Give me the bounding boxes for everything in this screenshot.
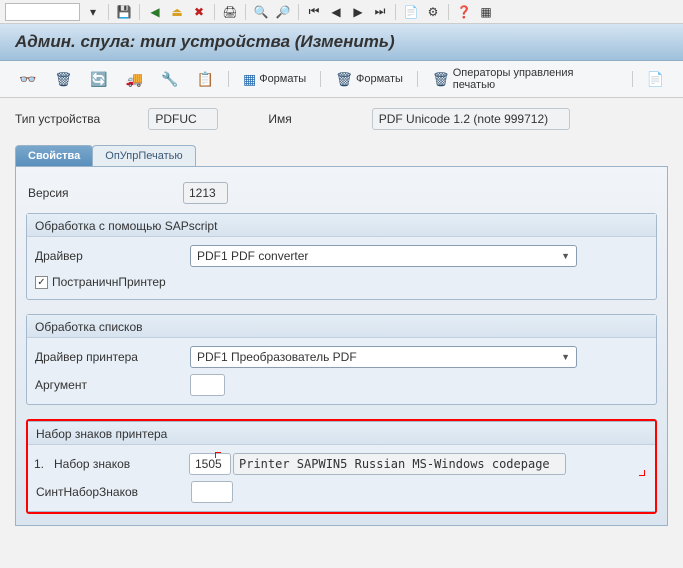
charset-row-num: 1. [34, 457, 54, 471]
version-value: 1213 [183, 182, 228, 204]
lists-group: Обработка списков Драйвер принтера PDF1 … [26, 314, 657, 405]
exit-icon[interactable]: ⏏ [168, 3, 186, 21]
formats2-button[interactable]: 🗑 Форматы [331, 69, 407, 90]
printer-driver-label: Драйвер принтера [35, 350, 190, 364]
next-page-icon[interactable]: ▶ [349, 3, 367, 21]
trash2-icon: 🗑 [335, 71, 353, 88]
wrench-icon: 🔧 [161, 71, 178, 88]
tab-content: Версия 1213 Обработка с помощью SAPscrip… [15, 166, 668, 526]
new-session-icon[interactable]: 📄 [402, 3, 420, 21]
chevron-down-icon: ▼ [561, 352, 570, 362]
formats1-button[interactable]: ▦ Форматы [239, 69, 310, 90]
last-page-icon[interactable]: ⏭ [371, 3, 389, 21]
synt-input[interactable] [191, 481, 233, 503]
delete-button[interactable]: 🗑 [50, 69, 76, 90]
grid-icon: ▦ [243, 71, 256, 88]
version-label: Версия [28, 186, 183, 200]
charset-label: Набор знаков [54, 457, 189, 471]
refresh-icon: 🔄 [90, 71, 107, 88]
copy-icon: 📋 [197, 71, 214, 88]
cancel-icon[interactable]: ✖ [190, 3, 208, 21]
synt-label: СинтНаборЗнаков [36, 485, 191, 499]
application-toolbar: 👓 🗑 🔄 🚚 🔧 📋 ▦ Форматы 🗑 Форматы 🗑 Операт… [0, 61, 683, 98]
device-type-value: PDFUC [148, 108, 218, 130]
transport-button[interactable]: 🚚 [122, 69, 147, 90]
tab-strip: Свойства ОпУпрПечатью [15, 145, 668, 166]
charset-group: Набор знаков принтера 1. Набор знаков Pr… [28, 421, 655, 512]
charset-group-title: Набор знаков принтера [28, 422, 655, 445]
page-printer-label: ПостраничнПринтер [52, 275, 166, 289]
back-icon[interactable]: ◀ [146, 3, 164, 21]
printer-driver-value: PDF1 Преобразователь PDF [197, 350, 357, 364]
trash-icon: 🗑 [54, 71, 72, 88]
argument-input[interactable] [190, 374, 225, 396]
dropdown-icon[interactable]: ▾ [84, 3, 102, 21]
layout-icon[interactable]: ▦ [477, 3, 495, 21]
formats2-label: Форматы [356, 73, 403, 85]
driver-select[interactable]: PDF1 PDF converter ▼ [190, 245, 577, 267]
find-next-icon[interactable]: 🔎 [274, 3, 292, 21]
refresh-button[interactable]: 🔄 [86, 69, 111, 90]
print-ops-label: Операторы управления печатью [453, 67, 618, 91]
prev-page-icon[interactable]: ◀ [327, 3, 345, 21]
charset-code-input[interactable] [189, 453, 231, 475]
command-field[interactable] [5, 3, 80, 21]
tool-button[interactable]: 🔧 [157, 69, 182, 90]
device-type-label: Тип устройства [15, 112, 145, 126]
header-fields: Тип устройства PDFUC Имя PDF Unicode 1.2… [0, 98, 683, 140]
charset-desc: Printer SAPWIN5 Russian MS-Windows codep… [233, 453, 566, 475]
system-toolbar: ▾ 💾 ◀ ⏏ ✖ 🖨 🔍 🔎 ⏮ ◀ ▶ ⏭ 📄 ⚙ ❓ ▦ [0, 0, 683, 24]
toggle-icon: 👓 [19, 71, 36, 88]
formats1-label: Форматы [259, 73, 306, 85]
help-icon[interactable]: ❓ [455, 3, 473, 21]
find-icon[interactable]: 🔍 [252, 3, 270, 21]
name-value: PDF Unicode 1.2 (note 999712) [372, 108, 570, 130]
sapscript-group-title: Обработка с помощью SAPscript [27, 214, 656, 237]
page-icon: 📄 [647, 71, 664, 88]
save-icon[interactable]: 💾 [115, 3, 133, 21]
trash3-icon: 🗑 [432, 71, 450, 88]
lists-group-title: Обработка списков [27, 315, 656, 338]
tab-print-ops[interactable]: ОпУпрПечатью [92, 145, 195, 166]
print-icon[interactable]: 🖨 [221, 3, 239, 21]
shortcut-icon[interactable]: ⚙ [424, 3, 442, 21]
first-page-icon[interactable]: ⏮ [305, 3, 323, 21]
name-label: Имя [268, 112, 368, 126]
copy-button[interactable]: 📋 [193, 69, 218, 90]
argument-label: Аргумент [35, 378, 190, 392]
window-title: Админ. спула: тип устройства (Изменить) [0, 24, 683, 61]
truck-icon: 🚚 [126, 71, 143, 88]
page-printer-checkbox[interactable]: ✓ [35, 276, 48, 289]
print-ops-button[interactable]: 🗑 Операторы управления печатью [428, 65, 622, 93]
toggle-button[interactable]: 👓 [15, 69, 40, 90]
chevron-down-icon: ▼ [561, 251, 570, 261]
driver-select-value: PDF1 PDF converter [197, 249, 308, 263]
driver-label: Драйвер [35, 249, 190, 263]
tab-properties[interactable]: Свойства [15, 145, 93, 166]
printer-driver-select[interactable]: PDF1 Преобразователь PDF ▼ [190, 346, 577, 368]
more-button[interactable]: 📄 [643, 69, 668, 90]
sapscript-group: Обработка с помощью SAPscript Драйвер PD… [26, 213, 657, 300]
